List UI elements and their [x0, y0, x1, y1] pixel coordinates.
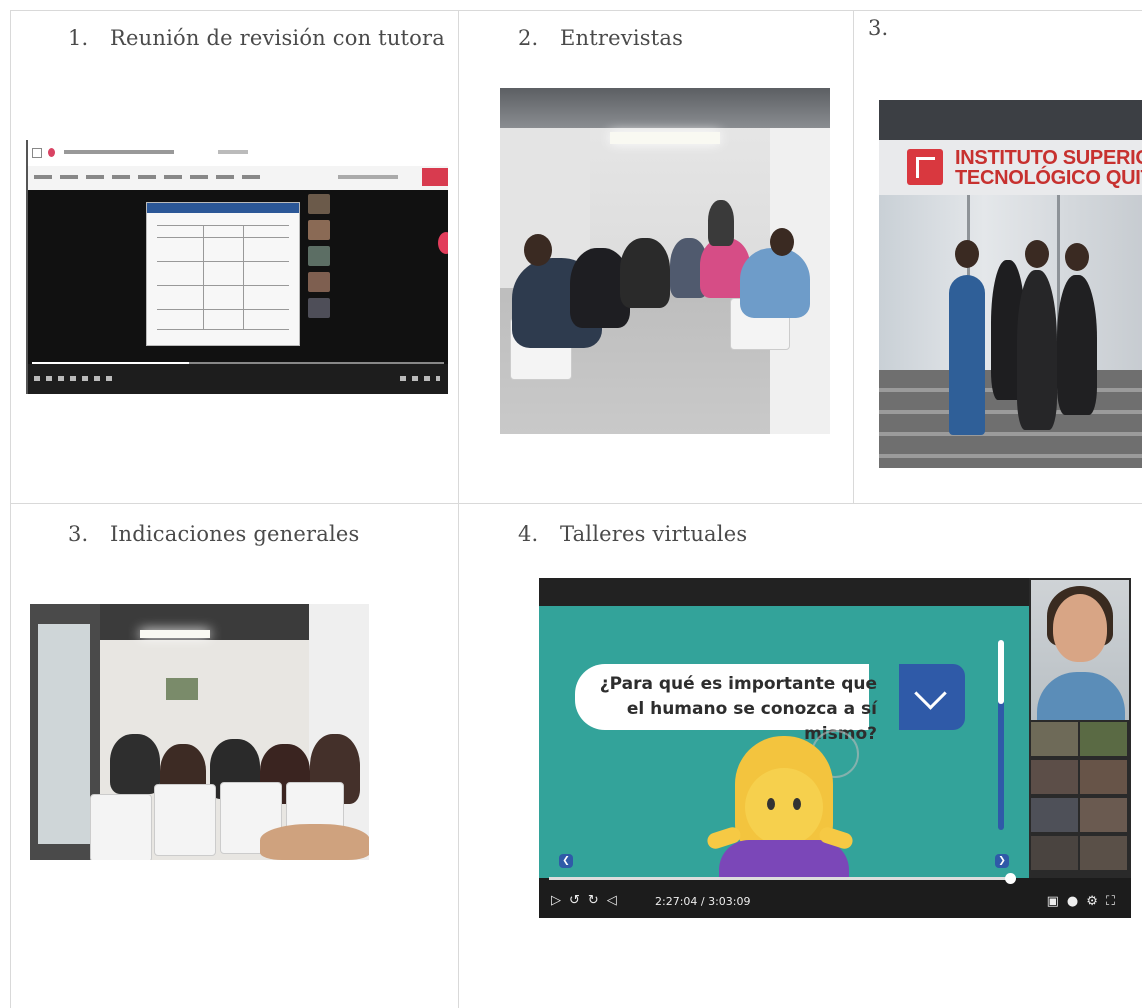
- app-titlebar: [28, 140, 448, 166]
- caption-text: Entrevistas: [560, 26, 684, 50]
- institute-sign: INSTITUTO SUPERIOR TECNOLÓGICO QUITO: [955, 148, 1142, 188]
- participant-thumbnail: [308, 298, 330, 318]
- participant-tile: [1031, 722, 1078, 756]
- photo-institute-building: INSTITUTO SUPERIOR TECNOLÓGICO QUITO: [879, 100, 1142, 468]
- grid-line: [10, 10, 1142, 11]
- participant-thumbnail: [308, 272, 330, 292]
- video-progress-bar: [549, 873, 1016, 884]
- chair: [154, 784, 216, 856]
- video-controls: [28, 364, 448, 394]
- sign-line-1: INSTITUTO SUPERIOR: [955, 147, 1142, 169]
- meeting-video: [28, 190, 448, 394]
- progress-handle: [1005, 873, 1016, 884]
- caption-text: Talleres virtuales: [560, 522, 748, 546]
- caption-3: 3.: [868, 16, 910, 40]
- playback-icons: ▷↺↻◁: [551, 893, 625, 908]
- sign-line-2: TECNOLÓGICO QUITO: [955, 167, 1142, 189]
- photo-virtual-workshop: ¿Para qué es importante que el humano se…: [539, 578, 1131, 918]
- participant-tile: [1031, 836, 1078, 870]
- app-toolbar: [28, 166, 448, 191]
- participant-tile: [1080, 760, 1127, 794]
- projector-screen: [166, 678, 198, 700]
- person: [110, 734, 160, 794]
- person: [949, 275, 985, 435]
- participant-thumbnails: [308, 194, 330, 324]
- photo-general-instructions: [30, 604, 369, 860]
- caption-number: 2.: [518, 26, 539, 50]
- participant-tile: [1031, 760, 1078, 794]
- person: [620, 238, 670, 308]
- caption-number: 3.: [868, 16, 889, 40]
- grid-line: [458, 10, 459, 1008]
- caption-2: 2. Entrevistas: [518, 26, 683, 50]
- participant-tile: [1080, 836, 1127, 870]
- caption-4: 3. Indicaciones generales: [68, 522, 360, 546]
- person: [260, 824, 369, 860]
- participant-tile: [1031, 798, 1078, 832]
- grid-line: [10, 10, 11, 1008]
- participant-tile: [1080, 722, 1127, 756]
- chevron-left-icon: ❮: [559, 854, 573, 868]
- presenter-video: [1031, 580, 1129, 720]
- slide-scrollbar: [998, 640, 1004, 830]
- photo-meeting-screenshot: [26, 140, 448, 394]
- caption-text: Indicaciones generales: [110, 522, 360, 546]
- caption-number: 3.: [68, 522, 89, 546]
- chevron-right-icon: ❯: [995, 854, 1009, 868]
- participant-thumbnail: [308, 194, 330, 214]
- video-controls: ▷↺↻◁ 2:27:04 / 3:03:09 ▣●⚙⛶: [539, 878, 1131, 918]
- photo-interviews: [500, 88, 830, 434]
- participant-tile: [1080, 798, 1127, 832]
- chair: [90, 794, 152, 860]
- caption-text: Reunión de revisión con tutora: [110, 26, 445, 50]
- caption-5: 4. Talleres virtuales: [518, 522, 747, 546]
- shared-document: [146, 202, 300, 346]
- caption-number: 4.: [518, 522, 539, 546]
- person: [740, 248, 810, 318]
- participant-thumbnail: [308, 220, 330, 240]
- caption-number: 1.: [68, 26, 89, 50]
- video-time: 2:27:04 / 3:03:09: [655, 895, 751, 908]
- participant-tiles: [1031, 722, 1129, 874]
- person: [1017, 270, 1057, 430]
- grid-line: [853, 10, 854, 503]
- grid-line: [10, 503, 1142, 504]
- participant-thumbnail: [308, 246, 330, 266]
- chevron-down-icon: [899, 664, 965, 730]
- settings-icons: ▣●⚙⛶: [1046, 894, 1123, 909]
- person: [1057, 275, 1097, 415]
- share-button-shape: [422, 168, 448, 186]
- record-indicator: [438, 232, 448, 254]
- institute-logo: [907, 149, 943, 185]
- caption-1: 1. Reunión de revisión con tutora: [68, 26, 445, 50]
- person: [708, 200, 734, 246]
